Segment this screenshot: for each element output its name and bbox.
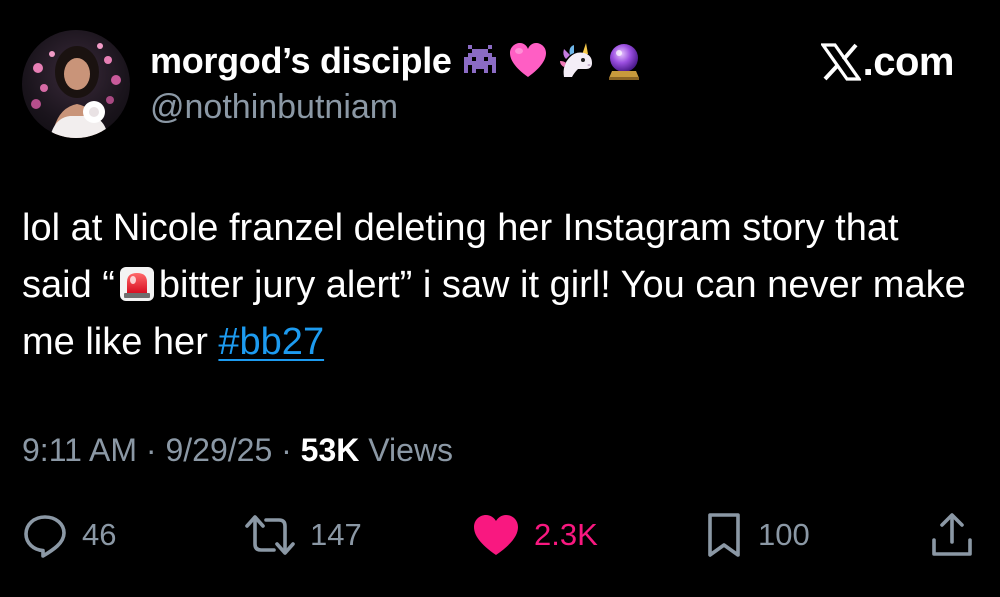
tweet-time[interactable]: 9:11 AM [22,432,137,468]
tweet-date[interactable]: 9/29/25 [165,432,272,468]
action-bar: 46 147 2.3K 100 [0,505,1000,565]
repost-button[interactable]: 147 [244,505,362,565]
bookmark-icon [708,513,740,557]
tweet-text: lol at Nicole franzel deleting her Insta… [22,200,972,371]
views-count: 53K [300,432,360,468]
alien-monster-icon [460,41,500,81]
views-label: Views [368,432,454,468]
pink-heart-icon [508,41,548,81]
avatar[interactable] [22,30,130,138]
like-button[interactable]: 2.3K [472,505,598,565]
bookmark-count: 100 [758,517,810,552]
share-button[interactable] [930,505,974,565]
like-count: 2.3K [534,517,598,552]
display-name-row: morgod’s disciple [150,38,644,84]
brand-domain: .com [862,39,955,84]
avatar-image [31,43,121,138]
bookmark-button[interactable]: 100 [704,505,810,565]
repost-count: 147 [310,517,362,552]
brand-watermark: .com [820,38,955,86]
reply-count: 46 [82,517,117,552]
meta-separator-1: · [145,432,157,468]
user-handle[interactable]: @nothinbutniam [150,88,398,127]
hashtag-link[interactable]: #bb27 [218,321,324,363]
tweet-text-part2: bitter jury alert” i saw it girl! You ca… [22,264,966,363]
police-siren-icon [118,265,156,303]
reply-icon [24,515,66,558]
reply-button[interactable]: 46 [22,505,116,565]
share-icon [932,513,972,556]
heart-icon [474,515,518,555]
tweet-card: morgod’s disciple @nothinbutniam .com lo… [0,0,1000,597]
repost-icon [245,515,295,555]
unicorn-icon [556,41,596,81]
display-name[interactable]: morgod’s disciple [150,40,452,82]
tweet-meta: 9:11 AM · 9/29/25 · 53K Views [22,432,453,469]
crystal-ball-icon [604,41,644,81]
x-logo-icon [820,43,861,81]
meta-separator-2: · [281,432,292,468]
